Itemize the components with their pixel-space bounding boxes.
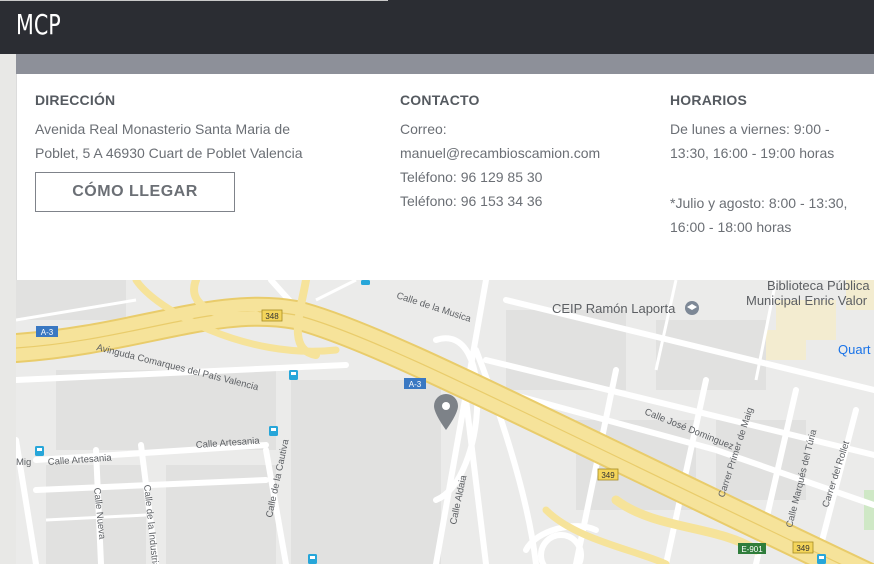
label-quart[interactable]: Quart (838, 342, 871, 357)
address-line-2: Poblet, 5 A 46930 Cuart de Poblet Valenc… (35, 145, 303, 161)
label-biblioteca-1[interactable]: Biblioteca Pública (767, 280, 870, 293)
brand-logo-text[interactable]: MCP (16, 8, 61, 41)
school-icon[interactable] (685, 301, 699, 315)
email-link[interactable]: manuel@recambioscamion.com (400, 141, 600, 165)
shield-a3-left: A-3 (41, 328, 54, 337)
label-mig: Mig (16, 457, 31, 468)
address-line-1: Avenida Real Monasterio Santa Maria de (35, 121, 291, 137)
map-canvas[interactable]: A-3 A-3 348 349 349 E-901 Calle de la Mu… (16, 280, 874, 564)
contact-column: CONTACTO Correo: manuel@recambioscamion.… (400, 92, 600, 213)
bus-stop-icon[interactable] (269, 426, 278, 436)
shield-349-a: 349 (601, 471, 615, 480)
shield-a3-center: A-3 (409, 380, 422, 389)
label-biblioteca-2[interactable]: Municipal Enric Valor (746, 293, 868, 308)
bus-stop-icon[interactable] (35, 446, 44, 456)
hours-line-1: De lunes a viernes: 9:00 - (670, 121, 830, 137)
address-heading: DIRECCIÓN (35, 92, 116, 108)
bus-stop-icon[interactable] (361, 280, 370, 285)
location-map[interactable]: A-3 A-3 348 349 349 E-901 Calle de la Mu… (16, 280, 874, 564)
address-column: DIRECCIÓN Avenida Real Monasterio Santa … (35, 92, 303, 165)
bus-stop-icon[interactable] (817, 554, 826, 564)
email-label: Correo: (400, 121, 447, 137)
hours-line-2: 13:30, 16:00 - 19:00 horas (670, 145, 835, 161)
hours-line-4: 16:00 - 18:00 horas (670, 219, 792, 235)
park-area (864, 490, 874, 530)
phone-2[interactable]: Teléfono: 96 153 34 36 (400, 189, 600, 213)
phone-1[interactable]: Teléfono: 96 129 85 30 (400, 165, 600, 189)
hours-column: HORARIOS De lunes a viernes: 9:00 - 13:3… (670, 92, 847, 239)
shield-348: 348 (265, 312, 279, 321)
bus-stop-icon[interactable] (308, 554, 317, 564)
shield-e901: E-901 (741, 545, 763, 554)
shield-349-b: 349 (796, 544, 810, 553)
label-calle-musica: Calle de la Musica (395, 290, 473, 325)
top-header-bar: MCP (0, 0, 874, 54)
bus-stop-icon[interactable] (289, 370, 298, 380)
contact-info-panel: DIRECCIÓN Avenida Real Monasterio Santa … (16, 74, 874, 280)
directions-button[interactable]: CÓMO LLEGAR (35, 172, 235, 212)
header-gray-strip (16, 54, 874, 74)
label-ceip[interactable]: CEIP Ramón Laporta (552, 301, 676, 316)
contact-heading: CONTACTO (400, 92, 480, 108)
hours-spacer (670, 165, 847, 191)
header-top-edge (0, 0, 388, 1)
hours-line-3: *Julio y agosto: 8:00 - 13:30, (670, 195, 848, 211)
hours-heading: HORARIOS (670, 92, 748, 108)
